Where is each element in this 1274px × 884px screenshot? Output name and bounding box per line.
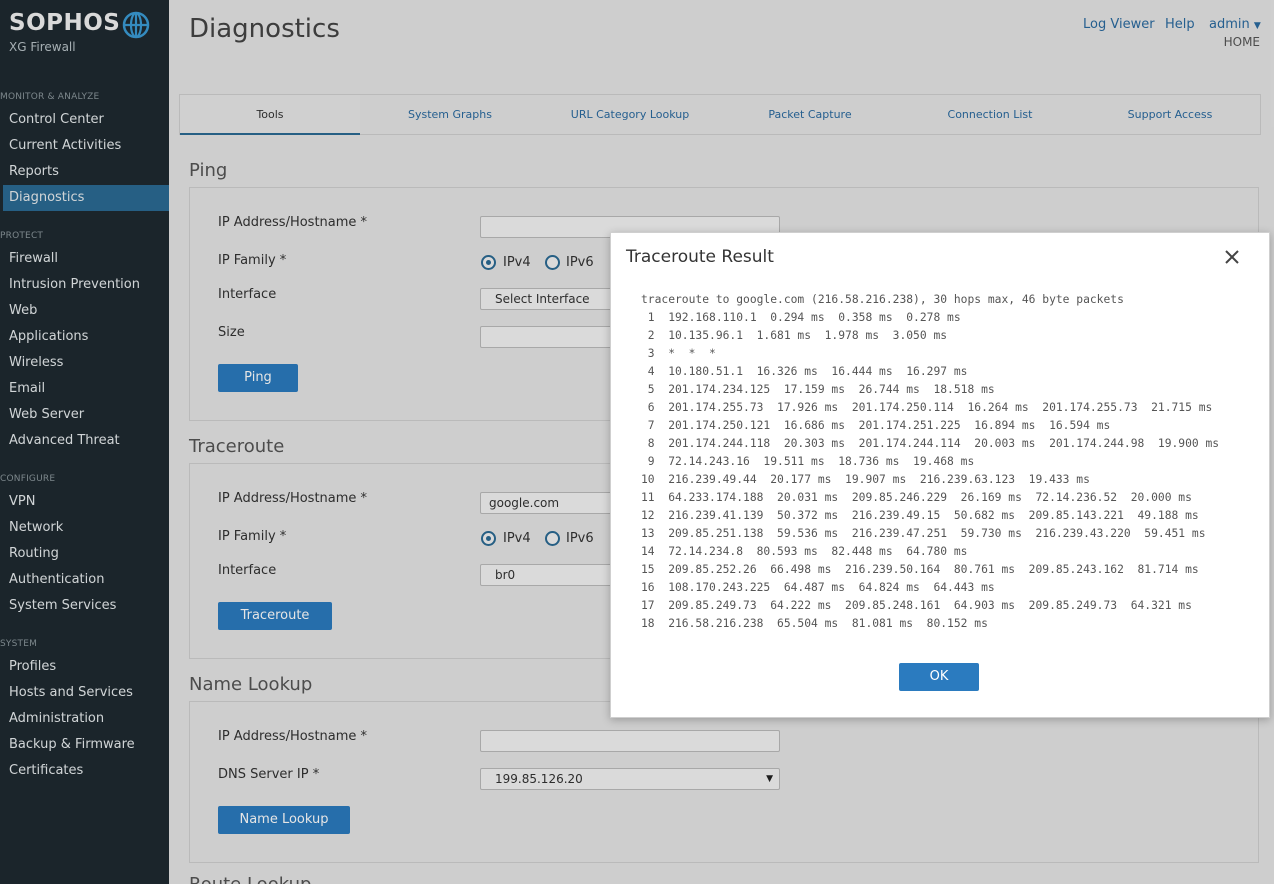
traceroute-line: 5 201.174.234.125 17.159 ms 26.744 ms 18…	[641, 383, 995, 396]
traceroute-line: 10 216.239.49.44 20.177 ms 19.907 ms 216…	[641, 473, 1090, 486]
traceroute-output: traceroute to google.com (216.58.216.238…	[641, 291, 1219, 633]
traceroute-line: 7 201.174.250.121 16.686 ms 201.174.251.…	[641, 419, 1111, 432]
traceroute-line: 17 209.85.249.73 64.222 ms 209.85.248.16…	[641, 599, 1192, 612]
traceroute-line: 16 108.170.243.225 64.487 ms 64.824 ms 6…	[641, 581, 995, 594]
traceroute-line: 9 72.14.243.16 19.511 ms 18.736 ms 19.46…	[641, 455, 975, 468]
dialog-title: Traceroute Result	[626, 247, 774, 267]
ok-button[interactable]: OK	[899, 663, 979, 691]
traceroute-line: 2 10.135.96.1 1.681 ms 1.978 ms 3.050 ms	[641, 329, 948, 342]
traceroute-line: 15 209.85.252.26 66.498 ms 216.239.50.16…	[641, 563, 1199, 576]
traceroute-line: 12 216.239.41.139 50.372 ms 216.239.49.1…	[641, 509, 1199, 522]
traceroute-line: 14 72.14.234.8 80.593 ms 82.448 ms 64.78…	[641, 545, 968, 558]
traceroute-line: 11 64.233.174.188 20.031 ms 209.85.246.2…	[641, 491, 1192, 504]
traceroute-line: 1 192.168.110.1 0.294 ms 0.358 ms 0.278 …	[641, 311, 961, 324]
traceroute-line: 13 209.85.251.138 59.536 ms 216.239.47.2…	[641, 527, 1206, 540]
close-icon[interactable]	[1221, 246, 1243, 268]
traceroute-line: 6 201.174.255.73 17.926 ms 201.174.250.1…	[641, 401, 1213, 414]
traceroute-result-dialog: Traceroute Result traceroute to google.c…	[610, 232, 1270, 718]
traceroute-line: 8 201.174.244.118 20.303 ms 201.174.244.…	[641, 437, 1220, 450]
traceroute-line: 3 * * *	[641, 347, 716, 360]
traceroute-line: 18 216.58.216.238 65.504 ms 81.081 ms 80…	[641, 617, 988, 630]
traceroute-line: traceroute to google.com (216.58.216.238…	[641, 293, 1124, 306]
traceroute-line: 4 10.180.51.1 16.326 ms 16.444 ms 16.297…	[641, 365, 968, 378]
